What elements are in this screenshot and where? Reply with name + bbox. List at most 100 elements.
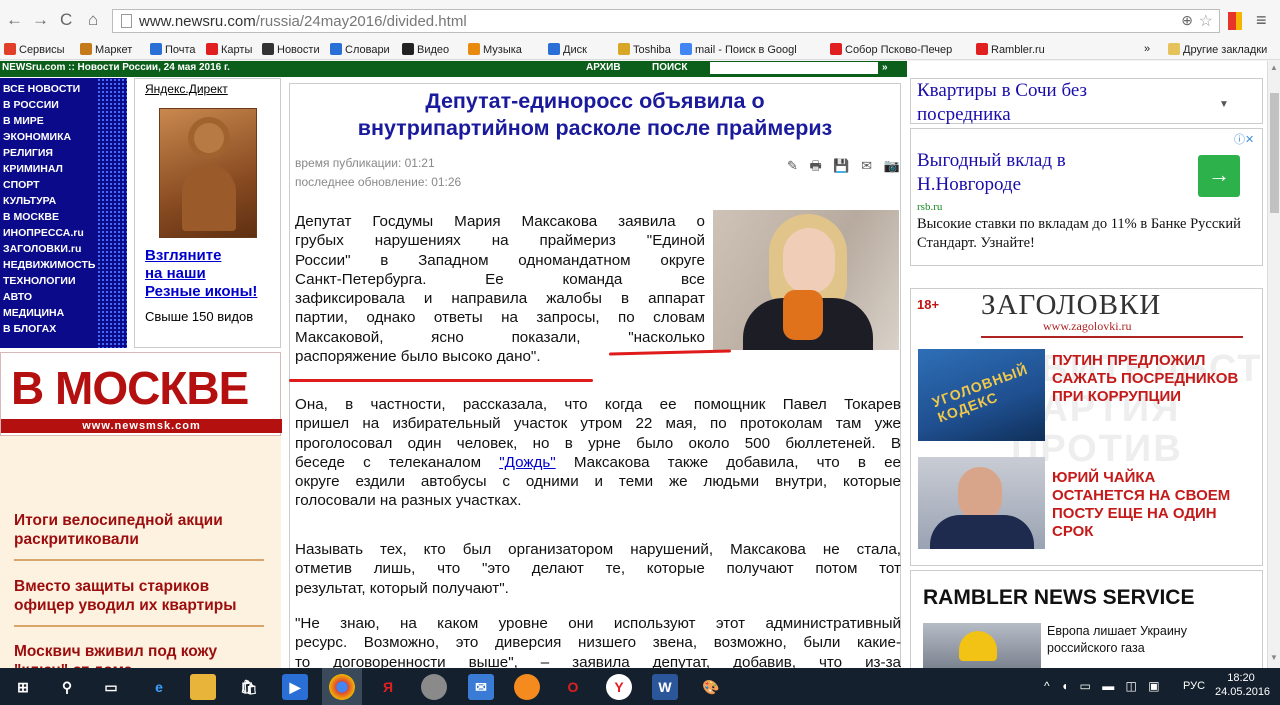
bookmark-item[interactable]: Собор Псково-Печер bbox=[830, 43, 952, 56]
nav-item[interactable]: МЕДИЦИНА bbox=[3, 307, 64, 319]
rambler-news-image[interactable] bbox=[923, 623, 1041, 668]
arrow-right-icon[interactable]: → bbox=[1198, 155, 1240, 197]
mail-icon[interactable]: ✉ bbox=[468, 674, 494, 700]
nav-item[interactable]: ТЕХНОЛОГИИ bbox=[3, 275, 76, 287]
zagolovki-url[interactable]: www.zagolovki.ru bbox=[1043, 319, 1132, 334]
bookmark-item[interactable]: Почта bbox=[150, 43, 196, 56]
nav-item[interactable]: НЕДВИЖИМОСТЬ bbox=[3, 259, 95, 271]
ad-title-link[interactable]: Взгляните на наши Резные иконы! bbox=[145, 247, 257, 301]
archive-link[interactable]: АРХИВ bbox=[586, 62, 621, 73]
bookmarks-more-button[interactable]: » bbox=[1144, 43, 1150, 55]
article-tools[interactable]: ✎ 🖶 💾 ✉ 📷 bbox=[787, 157, 904, 179]
nav-item[interactable]: РЕЛИГИЯ bbox=[3, 147, 53, 159]
nav-item[interactable]: ВСЕ НОВОСТИ bbox=[3, 83, 80, 95]
zagolovki-logo[interactable]: ЗАГОЛОВКИ bbox=[981, 289, 1161, 322]
nav-item[interactable]: ИНОПРЕССА.ru bbox=[3, 227, 84, 239]
file-explorer-icon[interactable] bbox=[190, 674, 216, 700]
clock[interactable]: 18:20 24.05.2016 bbox=[1215, 671, 1270, 699]
moscow-news-link[interactable]: Итоги велосипедной акции раскритиковали bbox=[14, 511, 223, 549]
media-app-icon[interactable]: ▶ bbox=[282, 674, 308, 700]
bookmark-item[interactable]: mail - Поиск в Googl bbox=[680, 43, 797, 56]
dozhd-link[interactable]: "Дождь" bbox=[499, 454, 555, 471]
home-icon[interactable]: ⌂ bbox=[88, 10, 98, 30]
store-icon[interactable]: 🛍 bbox=[236, 674, 262, 700]
zoom-icon[interactable]: ⊕ bbox=[1181, 12, 1193, 29]
scroll-up-icon[interactable]: ▲ bbox=[1270, 63, 1278, 72]
nav-item[interactable]: В БЛОГАХ bbox=[3, 323, 56, 335]
nav-item[interactable]: В МОСКВЕ bbox=[3, 211, 59, 223]
word-icon[interactable]: W bbox=[652, 674, 678, 700]
search-go-button[interactable]: » bbox=[882, 62, 888, 73]
bookmark-item[interactable]: Новости bbox=[262, 43, 320, 56]
page-scrollbar[interactable]: ▲ ▼ bbox=[1267, 61, 1280, 668]
yandex-direct-link[interactable]: Яндекс.Директ bbox=[145, 82, 228, 96]
v-moskve-logo[interactable]: В МОСКВЕ www.newsmsk.com bbox=[0, 352, 282, 436]
nav-item[interactable]: СПОРТ bbox=[3, 179, 40, 191]
article-paragraph: Она, в частности, рассказала, что когда … bbox=[295, 395, 901, 511]
ad-title[interactable]: Выгодный вклад в Н.Новгороде bbox=[917, 149, 1066, 197]
folder-icon bbox=[1168, 43, 1180, 55]
input-language[interactable]: РУС bbox=[1183, 680, 1205, 692]
scroll-down-icon[interactable]: ▼ bbox=[1270, 653, 1278, 662]
bookmark-star-icon[interactable]: ☆ bbox=[1199, 11, 1213, 31]
article-paragraph: "Не знаю, на каком уровне они используют… bbox=[295, 614, 901, 668]
bookmark-item[interactable]: Словари bbox=[330, 43, 390, 56]
carved-icon-image[interactable] bbox=[159, 108, 257, 238]
yandex-icon[interactable]: Y bbox=[606, 674, 632, 700]
opera-icon[interactable]: O bbox=[560, 674, 586, 700]
extension-flag-icon[interactable] bbox=[1236, 12, 1242, 30]
ad-domain[interactable]: rsb.ru bbox=[917, 201, 942, 213]
yandex-browser-icon[interactable]: Я bbox=[375, 674, 401, 700]
forward-icon[interactable]: → bbox=[32, 10, 49, 30]
ok-app-icon[interactable] bbox=[514, 674, 540, 700]
nav-item[interactable]: КУЛЬТУРА bbox=[3, 195, 56, 207]
criminal-code-image[interactable]: УГОЛОВНЫЙ КОДЕКС bbox=[918, 349, 1045, 441]
moscow-news-link[interactable]: Вместо защиты стариков офицер уводил их к… bbox=[14, 577, 236, 615]
search-link[interactable]: ПОИСК bbox=[652, 62, 687, 73]
edge-icon[interactable]: e bbox=[146, 674, 172, 700]
chrome-icon[interactable] bbox=[329, 674, 355, 700]
system-tray-icons[interactable]: ^ ◖ ▭ ▬ ◫ ▣ bbox=[1044, 679, 1164, 693]
app-circle-icon[interactable] bbox=[421, 674, 447, 700]
ad-title[interactable]: Квартиры в Сочи без посредника bbox=[917, 79, 1087, 127]
reload-icon[interactable]: C bbox=[60, 10, 72, 30]
search-icon[interactable]: ⚲ bbox=[54, 674, 80, 700]
browser-menu-icon[interactable]: ≡ bbox=[1256, 10, 1267, 31]
bookmark-item[interactable]: Toshiba bbox=[618, 43, 671, 56]
rambler-news-link[interactable]: Европа лишает Украину российского газа bbox=[1047, 623, 1187, 657]
divider bbox=[14, 559, 264, 561]
address-bar[interactable]: www.newsru.com/russia/24may2016/divided.… bbox=[112, 9, 1220, 33]
nav-item[interactable]: В МИРЕ bbox=[3, 115, 44, 127]
bookmark-item[interactable]: Карты bbox=[206, 43, 252, 56]
back-icon[interactable]: ← bbox=[6, 10, 23, 30]
headline-link[interactable]: ПУТИН ПРЕДЛОЖИЛ САЖАТЬ ПОСРЕДНИКОВ ПРИ КОР… bbox=[1052, 352, 1238, 406]
ad-info-icon[interactable]: ⓘ✕ bbox=[1234, 131, 1254, 147]
paint-icon[interactable]: 🎨 bbox=[698, 674, 724, 700]
url-text[interactable]: www.newsru.com/russia/24may2016/divided.… bbox=[139, 13, 467, 30]
headline-link[interactable]: ЮРИЙ ЧАЙКА ОСТАНЕТСЯ НА СВОЕМ ПОСТУ ЕЩЕ НА… bbox=[1052, 469, 1230, 541]
scrollbar-thumb[interactable] bbox=[1270, 93, 1279, 213]
nav-item[interactable]: КРИМИНАЛ bbox=[3, 163, 63, 175]
nav-item[interactable]: ЭКОНОМИКА bbox=[3, 131, 71, 143]
nav-item[interactable]: В РОССИИ bbox=[3, 99, 59, 111]
bookmark-item[interactable]: Маркет bbox=[80, 43, 132, 56]
bookmark-item[interactable]: Видео bbox=[402, 43, 449, 56]
nav-item[interactable]: АВТО bbox=[3, 291, 32, 303]
chaika-photo[interactable] bbox=[918, 457, 1045, 549]
bookmark-other[interactable]: Другие закладки bbox=[1168, 43, 1267, 56]
bookmark-item[interactable]: Сервисы bbox=[4, 43, 65, 56]
site-search-input[interactable] bbox=[710, 62, 878, 74]
divider bbox=[14, 625, 264, 627]
task-view-icon[interactable]: ▭ bbox=[98, 674, 124, 700]
nav-item[interactable]: ЗАГОЛОВКИ.ru bbox=[3, 243, 81, 255]
rambler-title[interactable]: RAMBLER NEWS SERVICE bbox=[923, 586, 1194, 610]
ad-rsb[interactable]: ⓘ✕ Выгодный вклад в Н.Новгороде → rsb.ru … bbox=[910, 128, 1263, 266]
extension-flag-icon[interactable] bbox=[1228, 12, 1236, 30]
chevron-down-icon[interactable]: ▼ bbox=[1219, 99, 1229, 110]
bookmark-item[interactable]: Музыка bbox=[468, 43, 522, 56]
bookmark-item[interactable]: Диск bbox=[548, 43, 587, 56]
moscow-news-link[interactable]: Москвич вживил под кожу"ключ" от дома bbox=[14, 642, 217, 668]
ad-sochi[interactable]: Квартиры в Сочи без посредника ▼ bbox=[910, 78, 1263, 127]
windows-start-icon[interactable]: ⊞ bbox=[10, 674, 36, 700]
bookmark-item[interactable]: Rambler.ru bbox=[976, 43, 1045, 56]
